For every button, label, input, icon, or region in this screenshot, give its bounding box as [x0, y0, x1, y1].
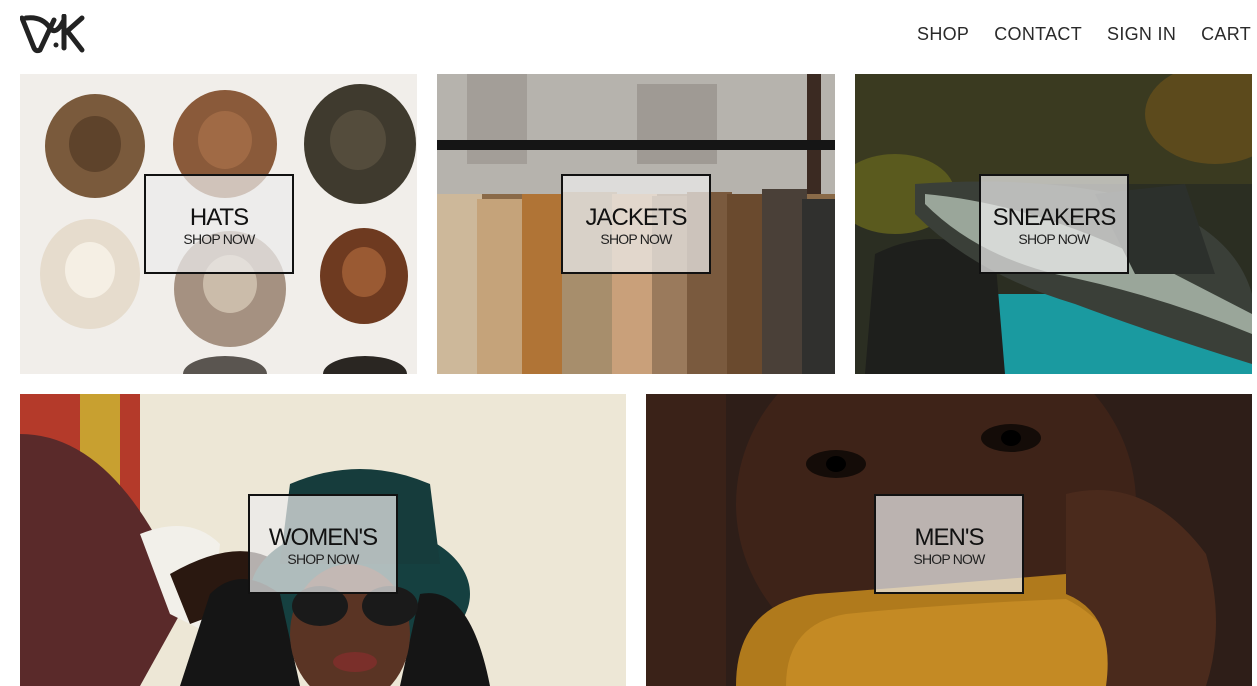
shop-now-link[interactable]: SHOP NOW — [1018, 231, 1090, 247]
nav-sign-in-link[interactable]: SIGN IN — [1107, 24, 1176, 45]
mens-label-box[interactable]: MEN'S SHOP NOW — [874, 494, 1024, 594]
nav-shop-link[interactable]: SHOP — [917, 24, 969, 45]
category-title: SNEAKERS — [992, 204, 1117, 231]
shop-now-link[interactable]: SHOP NOW — [183, 231, 255, 247]
category-tile-womens[interactable]: WOMEN'S SHOP NOW — [20, 394, 626, 686]
nav-cart-link[interactable]: CART — [1201, 24, 1251, 45]
category-tile-mens[interactable]: MEN'S SHOP NOW — [646, 394, 1252, 686]
sneakers-label-box[interactable]: SNEAKERS SHOP NOW — [979, 174, 1129, 274]
shop-now-link[interactable]: SHOP NOW — [913, 551, 985, 567]
category-title: HATS — [189, 204, 249, 231]
main-nav: SHOP CONTACT SIGN IN CART — [917, 24, 1251, 45]
shop-now-link[interactable]: SHOP NOW — [287, 551, 359, 567]
nav-contact-link[interactable]: CONTACT — [994, 24, 1082, 45]
category-title: JACKETS — [585, 204, 687, 231]
category-tile-sneakers[interactable]: SNEAKERS SHOP NOW — [855, 74, 1252, 374]
category-title: WOMEN'S — [268, 524, 378, 551]
brand-logo[interactable] — [19, 13, 86, 54]
womens-label-box[interactable]: WOMEN'S SHOP NOW — [248, 494, 398, 594]
vk-logo-icon — [19, 13, 85, 54]
category-tile-jackets[interactable]: JACKETS SHOP NOW — [437, 74, 835, 374]
site-header: SHOP CONTACT SIGN IN CART — [0, 0, 1257, 74]
category-tile-hats[interactable]: HATS SHOP NOW — [20, 74, 417, 374]
hats-label-box[interactable]: HATS SHOP NOW — [144, 174, 294, 274]
shop-now-link[interactable]: SHOP NOW — [600, 231, 672, 247]
category-title: MEN'S — [914, 524, 985, 551]
jackets-label-box[interactable]: JACKETS SHOP NOW — [561, 174, 711, 274]
